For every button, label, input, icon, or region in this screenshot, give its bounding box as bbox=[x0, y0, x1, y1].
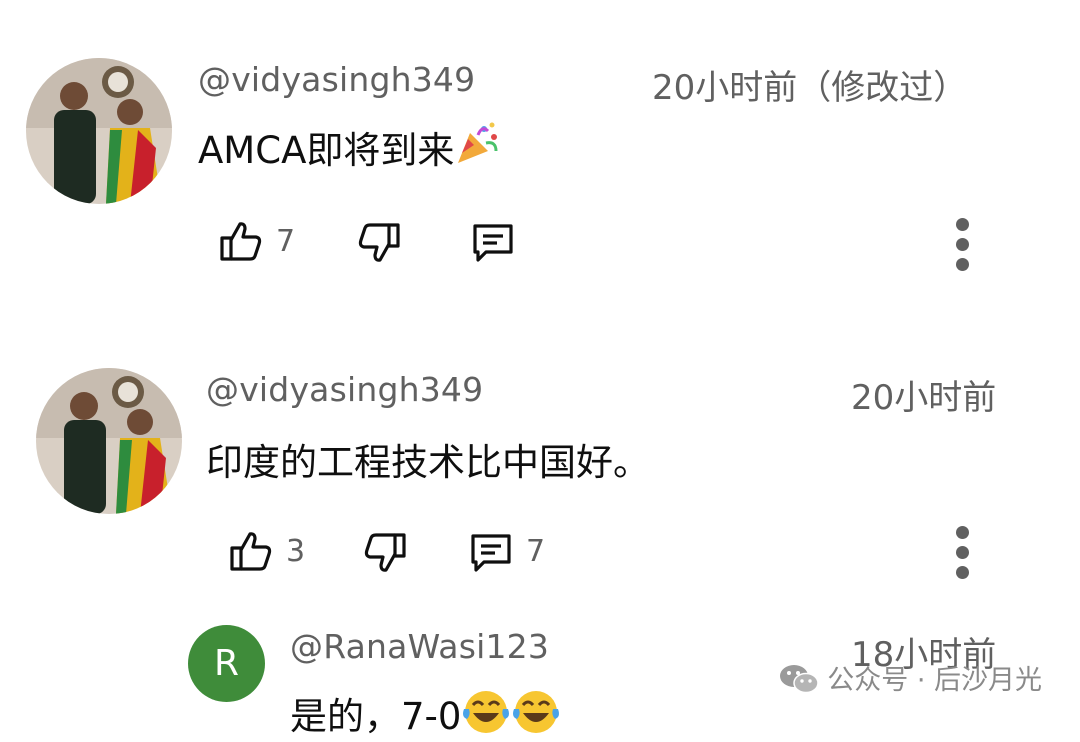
comment-text: 印度的工程技术比中国好。 bbox=[206, 441, 650, 484]
thumbs-down-icon[interactable] bbox=[362, 530, 408, 576]
comment-timestamp: 20小时前 bbox=[851, 378, 997, 418]
comment-2: @vidyasingh349 20小时前 印度的工程技术比中国好。 3 7 bbox=[0, 330, 1080, 620]
watermark: 公众号 · 后沙月光 bbox=[779, 658, 1042, 702]
reply-icon[interactable] bbox=[470, 220, 516, 266]
thumbs-up-icon[interactable] bbox=[228, 528, 274, 574]
reply-count[interactable]: 7 bbox=[526, 534, 545, 569]
comment-text-content: AMCA即将到来 bbox=[198, 129, 455, 172]
comment-author-handle[interactable]: @vidyasingh349 bbox=[198, 60, 475, 99]
thumbs-up-icon[interactable] bbox=[218, 218, 264, 264]
party-popper-icon bbox=[454, 121, 500, 176]
reply-text: 是的，7-0 bbox=[290, 686, 561, 742]
comment-1: @vidyasingh349 20小时前（修改过） AMCA即将到来 7 bbox=[0, 0, 1080, 300]
comment-timestamp: 20小时前（修改过） bbox=[652, 68, 968, 108]
reply-icon[interactable] bbox=[468, 530, 514, 576]
avatar[interactable] bbox=[26, 58, 172, 204]
watermark-text: 公众号 · 后沙月光 bbox=[827, 665, 1042, 696]
more-options-icon[interactable] bbox=[953, 522, 973, 582]
face-with-tears-of-joy-icon bbox=[511, 687, 561, 742]
like-count: 3 bbox=[286, 534, 306, 569]
reply-author-handle[interactable]: @RanaWasi123 bbox=[290, 627, 549, 666]
reply-avatar[interactable]: R bbox=[188, 625, 265, 702]
face-with-tears-of-joy-icon bbox=[461, 687, 511, 742]
reply-text-content: 是的，7-0 bbox=[290, 695, 462, 738]
comment-text: AMCA即将到来 bbox=[198, 120, 500, 176]
thumbs-down-icon[interactable] bbox=[356, 220, 402, 266]
comment-actions: 7 bbox=[0, 210, 1080, 271]
avatar[interactable] bbox=[36, 368, 182, 514]
comment-author-handle[interactable]: @vidyasingh349 bbox=[206, 370, 483, 409]
more-options-icon[interactable] bbox=[953, 214, 973, 274]
comment-actions: 3 7 bbox=[0, 520, 1080, 580]
wechat-icon bbox=[779, 663, 819, 702]
like-count: 7 bbox=[276, 224, 296, 259]
